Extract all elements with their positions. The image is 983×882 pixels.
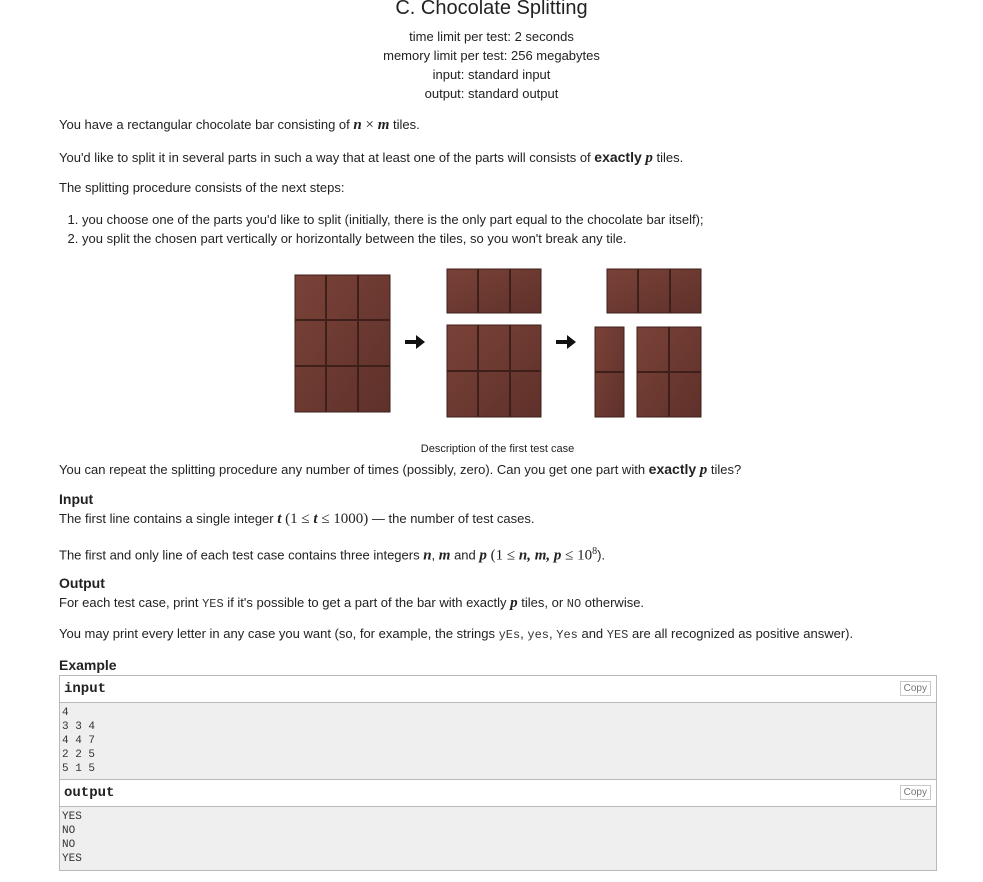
arrow-right-icon	[405, 335, 425, 349]
sample-input-block: input Copy 4 3 3 4 4 4 7 2 2 5 5 1 5	[59, 675, 937, 781]
sample-input-line: 3 3 4	[62, 721, 96, 733]
sample-input-line: 5 1 5	[62, 763, 96, 775]
sample-input-label: input	[64, 681, 107, 697]
sample-output-line: NO	[62, 825, 76, 837]
list-item: you split the chosen part vertically or …	[82, 229, 704, 248]
chocolate-bar-whole	[294, 274, 391, 413]
output-line-2: You may print every letter in any case y…	[59, 626, 854, 642]
input-line-1: The first line contains a single integer…	[59, 511, 535, 527]
arrow-right-icon	[556, 335, 576, 349]
statement-paragraph-3: The splitting procedure consists of the …	[59, 180, 345, 195]
input-line-2: The first and only line of each test cas…	[59, 546, 606, 564]
sample-output-content: YES NO NO YES	[60, 807, 936, 868]
example-heading: Example	[59, 657, 117, 673]
output-heading: Output	[59, 575, 105, 591]
problem-title: C. Chocolate Splitting	[395, 0, 588, 19]
sample-output-header: output Copy	[60, 780, 936, 807]
time-limit: time limit per test: 2 seconds	[409, 29, 574, 44]
copy-output-button[interactable]: Copy	[899, 785, 931, 800]
output-spec: output: standard output	[424, 86, 559, 101]
input-spec: input: standard input	[432, 67, 551, 82]
list-item: you choose one of the parts you'd like t…	[82, 210, 704, 229]
sample-input-line: 4 4 7	[62, 735, 96, 747]
statement-paragraph-2: You'd like to split it in several parts …	[59, 149, 684, 166]
figure-caption: Description of the first test case	[420, 443, 575, 455]
statement-paragraph-1: You have a rectangular chocolate bar con…	[59, 117, 420, 133]
statement-paragraph-4: You can repeat the splitting procedure a…	[59, 461, 742, 478]
sample-input-header: input Copy	[60, 676, 936, 703]
sample-output-label: output	[64, 785, 115, 801]
chocolate-figure	[294, 268, 702, 418]
copy-input-button[interactable]: Copy	[899, 681, 931, 696]
steps-list: you choose one of the parts you'd like t…	[68, 210, 704, 248]
sample-input-content: 4 3 3 4 4 4 7 2 2 5 5 1 5	[60, 703, 936, 778]
sample-output-line: YES	[62, 853, 82, 865]
output-line-1: For each test case, print YES if it's po…	[59, 595, 645, 611]
problem-page: C. Chocolate Splitting time limit per te…	[0, 0, 983, 882]
chocolate-bar-second-split	[594, 268, 702, 418]
sample-input-line: 4	[62, 707, 69, 719]
sample-output-block: output Copy YES NO NO YES	[59, 779, 937, 871]
chocolate-bar-first-split	[446, 268, 542, 418]
input-heading: Input	[59, 491, 94, 507]
sample-output-line: NO	[62, 839, 76, 851]
sample-output-line: YES	[62, 811, 82, 823]
sample-input-line: 2 2 5	[62, 749, 96, 761]
memory-limit: memory limit per test: 256 megabytes	[383, 48, 600, 63]
